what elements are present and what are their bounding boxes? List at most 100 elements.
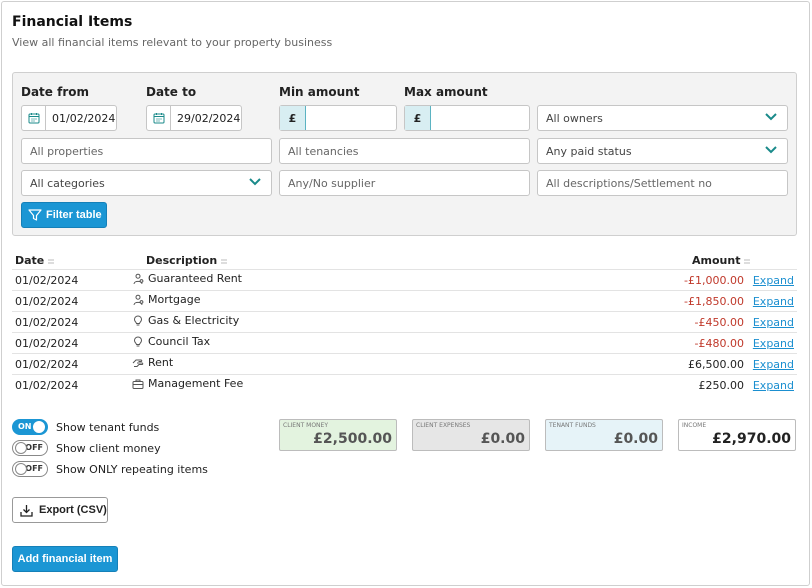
max-amount-label: Max amount [404, 85, 488, 99]
expand-link[interactable]: Expand [753, 379, 794, 392]
descriptions-placeholder: All descriptions/Settlement no [546, 176, 712, 190]
row-description-text: Guaranteed Rent [148, 272, 242, 285]
tenancies-placeholder: All tenancies [288, 144, 359, 158]
chevron-down-icon [249, 178, 261, 186]
column-header-date[interactable]: Date [15, 254, 55, 267]
filter-table-button[interactable]: Filter table [21, 202, 107, 228]
toggle-switch[interactable]: OFF [12, 461, 48, 477]
toggle-label: Show ONLY repeating items [56, 462, 208, 476]
column-header-description[interactable]: Description [146, 254, 228, 267]
date-from-input[interactable]: 01/02/2024 [21, 105, 117, 131]
calendar-icon[interactable] [22, 106, 46, 130]
paid-status-value: Any paid status [546, 144, 632, 158]
row-date: 01/02/2024 [15, 295, 79, 308]
table-row: 01/02/2024 Council Tax -£480.00 Expand [12, 332, 797, 353]
column-header-amount[interactable]: Amount [692, 254, 751, 267]
summary-card-label: CLIENT EXPENSES [416, 422, 471, 429]
filter-panel: Date from 01/02/2024 Date to 29/02/2024 … [12, 72, 797, 236]
date-to-value: 29/02/2024 [177, 111, 241, 125]
tenancies-input[interactable]: All tenancies [279, 138, 530, 164]
toggle-switch[interactable]: ON [12, 419, 48, 435]
row-amount: -£450.00 [694, 316, 744, 329]
row-amount: £6,500.00 [688, 358, 744, 371]
currency-prefix: £ [280, 106, 306, 130]
min-amount-label: Min amount [279, 85, 360, 99]
table-row: 01/02/2024 Gas & Electricity -£450.00 Expan… [12, 311, 797, 332]
toggle-state: OFF [25, 443, 43, 452]
min-amount-input[interactable]: £ [279, 105, 397, 131]
currency-prefix: £ [405, 106, 431, 130]
properties-input[interactable]: All properties [21, 138, 272, 164]
row-description-text: Mortgage [148, 293, 201, 306]
sort-icon [48, 259, 55, 263]
descriptions-input[interactable]: All descriptions/Settlement no [537, 170, 788, 196]
toggle-switch[interactable]: OFF [12, 440, 48, 456]
chevron-down-icon [765, 113, 777, 121]
toggle-label: Show client money [56, 441, 161, 455]
row-description-text: Gas & Electricity [148, 314, 240, 327]
expand-link[interactable]: Expand [753, 358, 794, 371]
expand-link[interactable]: Expand [753, 295, 794, 308]
people-icon [132, 294, 144, 306]
people-icon [132, 273, 144, 285]
page-title: Financial Items [12, 14, 133, 30]
date-from-label: Date from [21, 85, 89, 99]
table-row: 01/02/2024 Guaranteed Rent -£1,000.00 Expan… [12, 269, 797, 290]
date-to-input[interactable]: 29/02/2024 [146, 105, 242, 131]
row-amount: -£1,000.00 [684, 274, 744, 287]
toggle-row: ON Show tenant funds [12, 419, 159, 435]
row-description-text: Management Fee [148, 377, 244, 390]
bulb-icon [132, 335, 144, 348]
supplier-input[interactable]: Any/No supplier [279, 170, 530, 196]
calendar-icon[interactable] [147, 106, 171, 130]
sort-icon [221, 259, 228, 263]
owners-select-value: All owners [546, 111, 603, 125]
summary-card: INCOME £2,970.00 [678, 419, 796, 451]
toggle-row: OFF Show client money [12, 440, 161, 456]
expand-link[interactable]: Expand [753, 316, 794, 329]
row-date: 01/02/2024 [15, 274, 79, 287]
row-description: Mortgage [132, 293, 201, 306]
page-subtitle: View all financial items relevant to you… [12, 36, 333, 49]
row-description: Management Fee [132, 377, 243, 390]
summary-card-value: £0.00 [480, 431, 525, 447]
toggle-knob [15, 463, 27, 475]
chevron-down-icon [765, 146, 777, 154]
summary-card-label: CLIENT MONEY [283, 422, 328, 429]
toggle-row: OFF Show ONLY repeating items [12, 461, 208, 477]
toggle-knob [15, 442, 27, 454]
summary-card-label: INCOME [682, 422, 707, 429]
expand-link[interactable]: Expand [753, 337, 794, 350]
sort-icon [744, 259, 751, 263]
paid-status-select[interactable]: Any paid status [537, 138, 788, 164]
download-icon [20, 504, 33, 517]
summary-card: CLIENT MONEY £2,500.00 [279, 419, 397, 451]
row-date: 01/02/2024 [15, 379, 79, 392]
date-from-value: 01/02/2024 [52, 111, 116, 125]
row-description: Council Tax [132, 335, 210, 348]
max-amount-input[interactable]: £ [404, 105, 530, 131]
row-amount: £250.00 [698, 379, 745, 392]
table-row: 01/02/2024 Management Fee £250.00 Expand [12, 374, 797, 395]
expand-link[interactable]: Expand [753, 274, 794, 287]
export-csv-label: Export (CSV) [39, 504, 107, 516]
row-date: 01/02/2024 [15, 337, 79, 350]
row-description-text: Council Tax [148, 335, 211, 348]
categories-select[interactable]: All categories [21, 170, 272, 196]
funnel-icon [28, 209, 42, 221]
row-description: Guaranteed Rent [132, 272, 242, 285]
add-financial-item-button[interactable]: Add financial item [12, 546, 118, 572]
owners-select[interactable]: All owners [537, 105, 788, 131]
summary-card-value: £2,500.00 [313, 431, 392, 447]
export-csv-button[interactable]: Export (CSV) [12, 497, 108, 523]
row-amount: -£1,850.00 [684, 295, 744, 308]
supplier-placeholder: Any/No supplier [288, 176, 376, 190]
hand-icon [132, 357, 144, 369]
date-to-label: Date to [146, 85, 197, 99]
categories-value: All categories [30, 176, 105, 190]
toggle-knob [33, 421, 45, 433]
toggle-label: Show tenant funds [56, 420, 160, 434]
row-description-text: Rent [148, 356, 174, 369]
row-date: 01/02/2024 [15, 358, 79, 371]
bulb-icon [132, 314, 144, 327]
